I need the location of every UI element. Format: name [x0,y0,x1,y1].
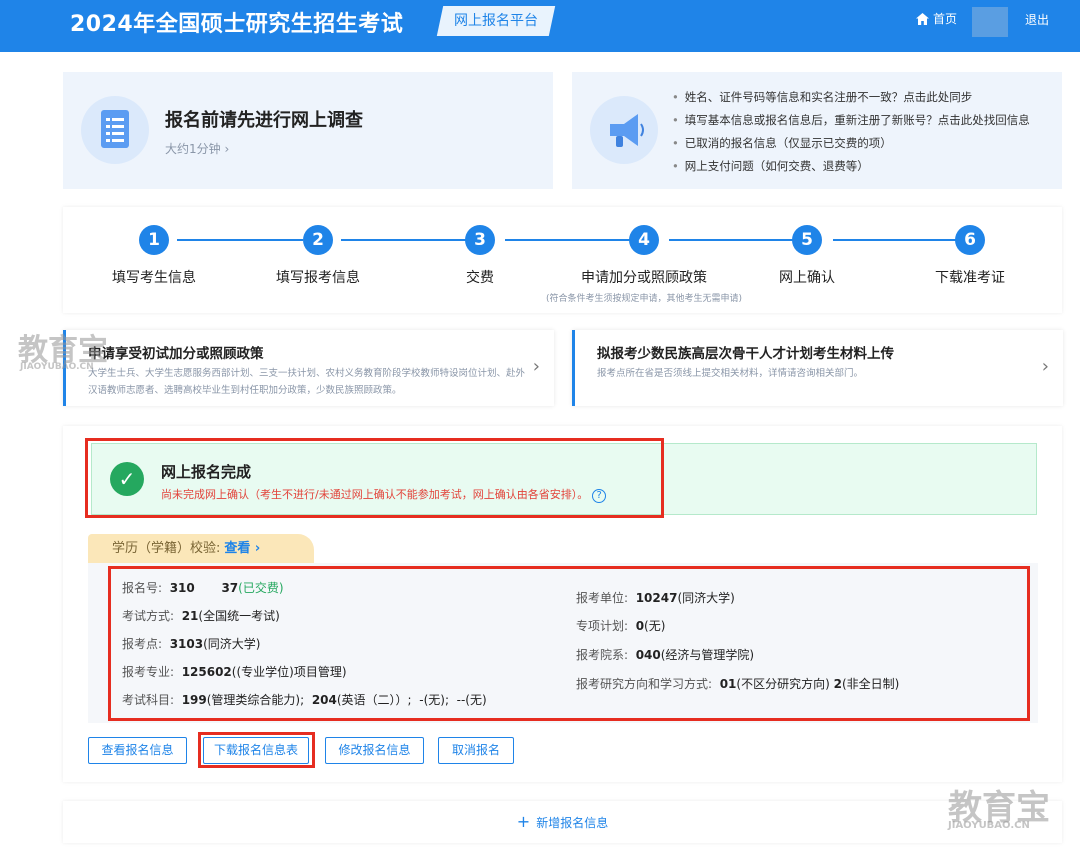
logout-link[interactable]: 退出 [1025,11,1049,28]
step-number: 1 [139,225,169,255]
step-number: 3 [465,225,495,255]
notice-cancelled-link[interactable]: 已取消的报名信息（仅显示已交费的项） [672,132,1030,155]
document-icon [81,96,149,164]
highlight-box [108,566,1030,721]
notice-card: 姓名、证件号码等信息和实名注册不一致？点击此处同步 填写基本信息或报名信息后，重… [572,72,1062,189]
step-sublabel: (符合条件考生须按规定申请，其他考生无需申请) [545,294,743,304]
education-verify-tab: 学历（学籍）校验: 查看 › [88,534,314,564]
step-number: 4 [629,225,659,255]
survey-card[interactable]: 报名前请先进行网上调查 大约1分钟 › [63,72,553,189]
step-number: 5 [792,225,822,255]
step-6: 6 下载准考证 [870,225,1070,287]
bonus-policy-card[interactable]: 申请享受初试加分或照顾政策 大学生士兵、大学生志愿服务西部计划、三支一扶计划、农… [63,330,554,406]
add-registration-button[interactable]: + 新增报名信息 [63,801,1062,843]
avatar[interactable] [972,7,1008,37]
education-view-link[interactable]: 查看 › [224,541,260,556]
home-label: 首页 [933,12,958,26]
home-icon [916,12,929,25]
megaphone-icon [590,96,658,164]
platform-badge: 网上报名平台 [436,6,556,36]
step-number: 2 [303,225,333,255]
edit-registration-button[interactable]: 修改报名信息 [325,737,424,764]
policy-title: 拟报考少数民族高层次骨干人才计划考生材料上传 [597,346,894,362]
view-registration-button[interactable]: 查看报名信息 [88,737,187,764]
education-label: 学历（学籍）校验: [112,541,221,556]
policy-desc: 报考点所在省是否须线上提交相关材料，详情请咨询相关部门。 [597,368,864,379]
page-title: 2024年全国硕士研究生招生考试 [70,12,404,37]
survey-title: 报名前请先进行网上调查 [165,110,363,131]
notice-sync-link[interactable]: 姓名、证件号码等信息和实名注册不一致？点击此处同步 [672,86,1030,109]
notice-recover-link[interactable]: 填写基本信息或报名信息后，重新注册了新账号？点击此处找回信息 [672,109,1030,132]
watermark-site: JIAOYUBAO.CN [948,820,1030,831]
highlight-box [85,438,664,518]
step-label: 下载准考证 [935,270,1005,286]
progress-steps: 1 填写考生信息 2 填写报考信息 3 交费 4 申请加分或照顾政策 (符合条件… [63,207,1062,313]
notice-payment-link[interactable]: 网上支付问题（如何交费、退费等） [672,155,1030,178]
policy-title: 申请享受初试加分或照顾政策 [88,346,264,362]
add-registration-label: 新增报名信息 [536,816,609,830]
minority-upload-card[interactable]: 拟报考少数民族高层次骨干人才计划考生材料上传 报考点所在省是否须线上提交相关材料… [572,330,1063,406]
watermark-site: JIAOYUBAO.CN [20,362,94,372]
plus-icon: + [516,812,531,831]
step-number: 6 [955,225,985,255]
header-bar: 2024年全国硕士研究生招生考试 网上报名平台 首页 退出 [0,0,1080,52]
chevron-right-icon: › [532,356,540,377]
notice-list: 姓名、证件号码等信息和实名注册不一致？点击此处同步 填写基本信息或报名信息后，重… [672,86,1030,178]
highlight-box [198,732,315,768]
cancel-registration-button[interactable]: 取消报名 [438,737,514,764]
chevron-right-icon: › [1041,356,1049,377]
policy-desc: 大学生士兵、大学生志愿服务西部计划、三支一扶计划、农村义务教育阶段学校教师特设岗… [88,368,526,396]
survey-duration-link[interactable]: 大约1分钟 › [165,140,229,157]
home-link[interactable]: 首页 [916,10,957,27]
